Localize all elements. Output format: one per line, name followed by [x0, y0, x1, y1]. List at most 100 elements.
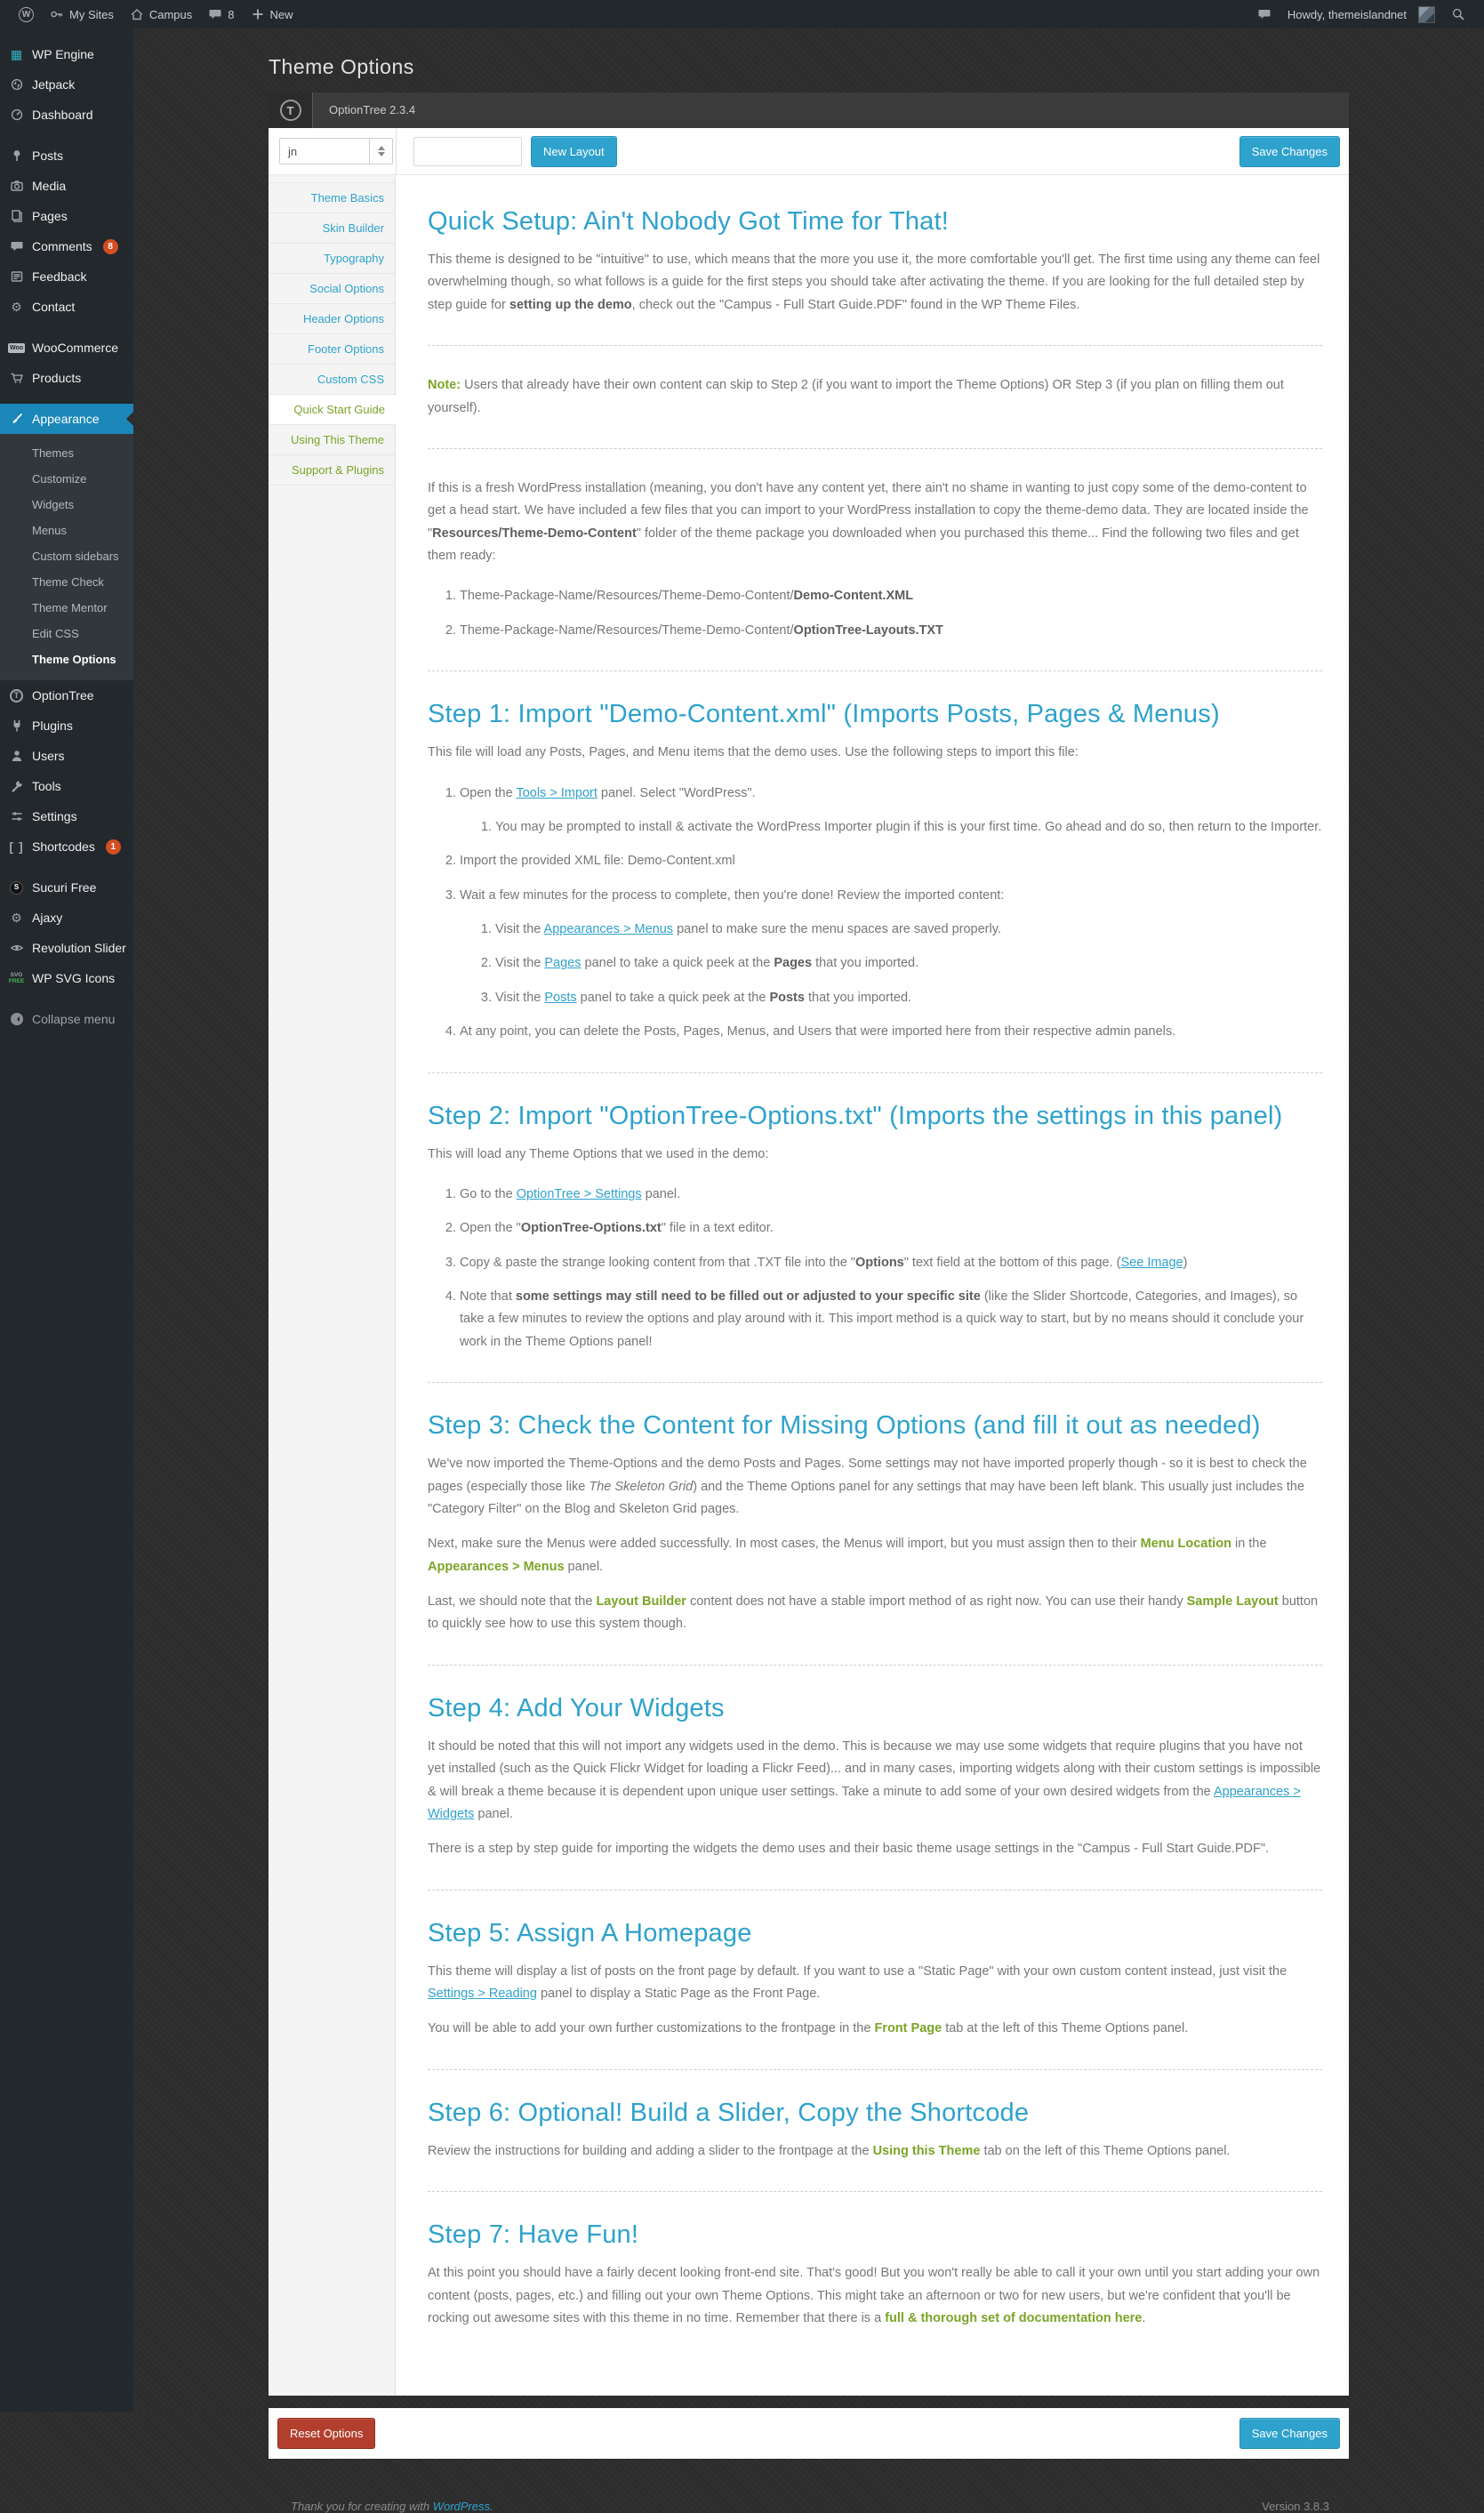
- adminbar-new[interactable]: New: [243, 0, 301, 28]
- tab-social-options[interactable]: Social Options: [269, 274, 395, 304]
- wordpress-link[interactable]: WordPress.: [433, 2500, 493, 2513]
- inline-link[interactable]: Tools > Import: [516, 786, 597, 800]
- camera-icon: [8, 179, 25, 194]
- sidebar-item-label: Products: [32, 371, 82, 385]
- sidebar-sub-customize[interactable]: Customize: [0, 466, 133, 492]
- tab-quick-start-guide[interactable]: Quick Start Guide: [269, 395, 396, 425]
- text-segment: setting up the demo: [509, 297, 632, 312]
- sidebar-item-plugins[interactable]: Plugins: [0, 711, 133, 741]
- section-divider: [428, 2191, 1322, 2193]
- inline-link[interactable]: OptionTree > Settings: [517, 1187, 642, 1201]
- section-heading-step3: Step 3: Check the Content for Missing Op…: [428, 1411, 1261, 1441]
- sidebar-sub-custom-sidebars[interactable]: Custom sidebars: [0, 543, 133, 569]
- section-heading-step5: Step 5: Assign A Homepage: [428, 1918, 752, 1947]
- new-layout-button[interactable]: New Layout: [531, 135, 617, 167]
- adminbar-account[interactable]: Howdy, themeislandnet: [1279, 0, 1443, 28]
- inline-link[interactable]: See Image: [1120, 1256, 1183, 1270]
- sidebar-item-dashboard[interactable]: Dashboard: [0, 100, 133, 130]
- sidebar-item-tools[interactable]: Tools: [0, 771, 133, 801]
- text-segment: panel to display a Static Page as the Fr…: [536, 1987, 821, 2001]
- panel-toolbar: jn New Layout Save Changes: [269, 128, 1349, 174]
- adminbar-comments[interactable]: 8: [200, 0, 242, 28]
- sidebar-sub-themes[interactable]: Themes: [0, 440, 133, 466]
- adminbar-site-name[interactable]: Campus: [122, 0, 200, 28]
- sidebar-item-users[interactable]: Users: [0, 741, 133, 771]
- sidebar-item-wp-svg-icons[interactable]: SVG FREE WP SVG Icons: [0, 963, 133, 993]
- page-title: Theme Options: [269, 55, 414, 78]
- text-segment: Posts: [769, 990, 805, 1005]
- layout-select[interactable]: jn: [279, 138, 393, 165]
- sidebar-item-appearance[interactable]: Appearance: [0, 404, 133, 434]
- admin-footer: Thank you for creating with WordPress. V…: [269, 2500, 1349, 2513]
- tab-using-this-theme[interactable]: Using This Theme: [269, 425, 395, 455]
- sidebar-item-label: Ajaxy: [32, 911, 63, 925]
- sidebar-item-label: Revolution Slider: [32, 941, 126, 955]
- tab-skin-builder[interactable]: Skin Builder: [269, 213, 395, 244]
- tab-typography[interactable]: Typography: [269, 244, 395, 274]
- eye-icon: [8, 941, 25, 956]
- admin-bar: W My Sites Campus 8 New Howdy, themeisla…: [0, 0, 1484, 28]
- adminbar-my-sites[interactable]: My Sites: [42, 0, 122, 28]
- sidebar-item-media[interactable]: Media: [0, 171, 133, 201]
- fresh-install-paragraph: If this is a fresh WordPress installatio…: [428, 478, 1322, 568]
- text-segment: Theme-Package-Name/Resources/Theme-Demo-…: [460, 589, 794, 604]
- menu-separator: [0, 862, 133, 872]
- sidebar-item-jetpack[interactable]: Jetpack: [0, 69, 133, 100]
- text-segment: panel to take a quick peek at the: [581, 956, 774, 971]
- step3-paragraph-1: We've now imported the Theme-Options and…: [428, 1453, 1322, 1521]
- sidebar-item-label: Pages: [32, 209, 68, 223]
- my-sites-label: My Sites: [69, 7, 114, 21]
- sidebar-item-pages[interactable]: Pages: [0, 201, 133, 231]
- inline-link[interactable]: Posts: [544, 991, 576, 1005]
- section-heading-step6: Step 6: Optional! Build a Slider, Copy t…: [428, 2098, 1030, 2127]
- step7-paragraph: At this point you should have a fairly d…: [428, 2262, 1322, 2330]
- text-segment: Users that already have their own conten…: [428, 378, 1284, 415]
- sidebar-sub-theme-mentor[interactable]: Theme Mentor: [0, 595, 133, 621]
- sidebar-item-feedback[interactable]: Feedback: [0, 261, 133, 292]
- sidebar-item-shortcodes[interactable]: [ ] Shortcodes 1: [0, 831, 133, 862]
- sidebar-item-posts[interactable]: Posts: [0, 141, 133, 171]
- sidebar-sub-widgets[interactable]: Widgets: [0, 492, 133, 518]
- text-segment: You may be prompted to install & activat…: [495, 819, 1322, 834]
- collapse-menu-button[interactable]: Collapse menu: [0, 1004, 133, 1034]
- tab-custom-css[interactable]: Custom CSS: [269, 365, 395, 395]
- save-changes-button-top[interactable]: Save Changes: [1239, 136, 1340, 167]
- sidebar-item-label: Media: [32, 179, 67, 193]
- save-changes-button-bottom[interactable]: Save Changes: [1239, 2418, 1340, 2450]
- tab-theme-basics[interactable]: Theme Basics: [269, 182, 395, 213]
- new-layout-input[interactable]: [413, 136, 522, 166]
- adminbar-search[interactable]: [1443, 0, 1473, 28]
- tab-support-plugins[interactable]: Support & Plugins: [269, 455, 395, 486]
- step2-list: Go to the OptionTree > Settings panel. O…: [438, 1184, 1322, 1353]
- dashboard-icon: [8, 108, 25, 123]
- sidebar-item-woocommerce[interactable]: Woo WooCommerce: [0, 333, 133, 363]
- sidebar-sub-theme-check[interactable]: Theme Check: [0, 569, 133, 595]
- reset-options-button[interactable]: Reset Options: [277, 2418, 376, 2450]
- inline-link[interactable]: Appearances > Menus: [544, 922, 674, 936]
- adminbar-wordpress-menu[interactable]: W: [11, 0, 42, 28]
- sidebar-item-ajaxy[interactable]: ⚙ Ajaxy: [0, 903, 133, 933]
- tab-footer-options[interactable]: Footer Options: [269, 334, 395, 365]
- sidebar-sub-edit-css[interactable]: Edit CSS: [0, 621, 133, 646]
- sidebar-item-contact[interactable]: ⚙ Contact: [0, 292, 133, 322]
- text-segment: Open the: [460, 785, 517, 800]
- adminbar-notification[interactable]: [1249, 0, 1279, 28]
- sidebar-item-optiontree[interactable]: T OptionTree: [0, 680, 133, 711]
- sidebar-item-products[interactable]: Products: [0, 363, 133, 393]
- sidebar-item-revolution-slider[interactable]: Revolution Slider: [0, 933, 133, 963]
- sidebar-sub-theme-options[interactable]: Theme Options: [0, 646, 133, 672]
- text-segment: Import the provided XML file: Demo-Conte…: [460, 854, 735, 869]
- sidebar-item-label: Shortcodes: [32, 839, 95, 854]
- tab-header-options[interactable]: Header Options: [269, 304, 395, 334]
- menu-separator: [0, 393, 133, 404]
- sidebar-sub-menus[interactable]: Menus: [0, 518, 133, 543]
- section-divider: [428, 1889, 1322, 1891]
- inline-link[interactable]: Settings > Reading: [428, 1987, 537, 2001]
- text-segment: Appearances > Menus: [428, 1559, 565, 1574]
- demo-files-list: Theme-Package-Name/Resources/Theme-Demo-…: [438, 585, 1322, 642]
- sidebar-item-sucuri[interactable]: S Sucuri Free: [0, 872, 133, 903]
- sidebar-item-settings[interactable]: Settings: [0, 801, 133, 831]
- sidebar-item-wp-engine[interactable]: ▦ WP Engine: [0, 39, 133, 69]
- sidebar-item-comments[interactable]: Comments 8: [0, 231, 133, 261]
- inline-link[interactable]: Pages: [544, 956, 581, 970]
